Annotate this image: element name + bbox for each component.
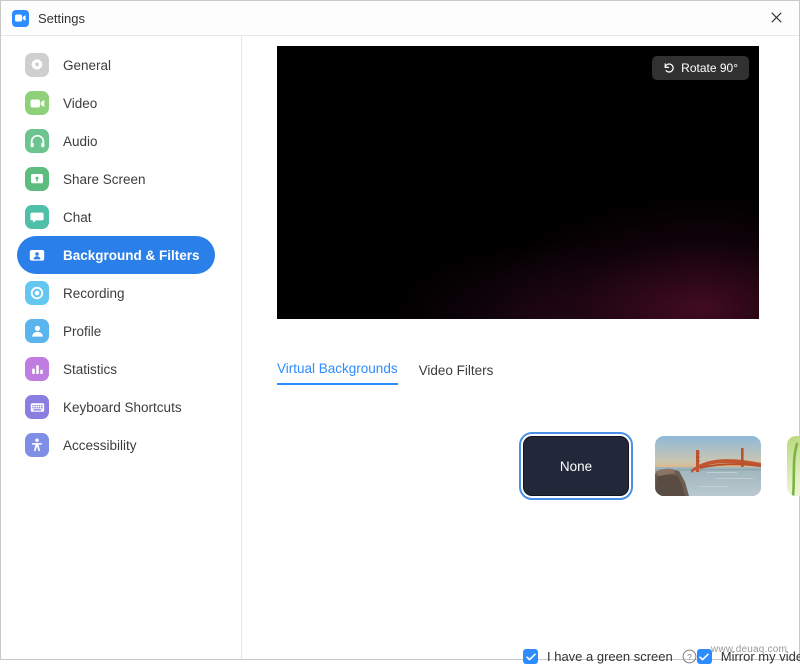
golden-gate-bridge-thumbnail: [655, 436, 761, 496]
tab-video-filters[interactable]: Video Filters: [419, 363, 494, 385]
checkbox-checked-icon: [696, 649, 712, 664]
svg-text:?: ?: [687, 652, 692, 662]
video-preview: Rotate 90°: [277, 46, 759, 319]
chat-icon: [25, 205, 49, 229]
close-button[interactable]: [753, 1, 799, 34]
title-bar: Settings: [1, 1, 799, 36]
profile-icon: [25, 319, 49, 343]
sidebar-item-label: Chat: [63, 209, 92, 225]
sidebar: General Video Audio Share Screen Chat Ba…: [1, 36, 242, 659]
window-body: General Video Audio Share Screen Chat Ba…: [1, 36, 800, 664]
window-title: Settings: [38, 10, 85, 26]
preview-video-feed: [277, 46, 759, 319]
sidebar-item-label: Recording: [63, 285, 125, 301]
sidebar-item-accessibility[interactable]: Accessibility: [17, 426, 215, 464]
green-screen-help-icon[interactable]: ?: [682, 649, 697, 664]
sidebar-item-profile[interactable]: Profile: [17, 312, 215, 350]
sidebar-item-share-screen[interactable]: Share Screen: [17, 160, 215, 198]
accessibility-icon: [25, 433, 49, 457]
background-thumb-grass[interactable]: [787, 436, 800, 496]
statistics-icon: [25, 357, 49, 381]
rotate-90-button[interactable]: Rotate 90°: [652, 56, 749, 80]
sidebar-item-keyboard-shortcuts[interactable]: Keyboard Shortcuts: [17, 388, 215, 426]
rotate-90-label: Rotate 90°: [681, 61, 738, 75]
background-thumb-label: None: [559, 458, 593, 474]
sidebar-item-label: Keyboard Shortcuts: [63, 399, 182, 415]
sidebar-item-label: Video: [63, 95, 98, 111]
sidebar-item-chat[interactable]: Chat: [17, 198, 215, 236]
headphones-icon: [25, 129, 49, 153]
tab-virtual-backgrounds[interactable]: Virtual Backgrounds: [277, 361, 398, 385]
sidebar-item-recording[interactable]: Recording: [17, 274, 215, 312]
settings-window: Settings General Video Audio Share Scree…: [0, 0, 800, 664]
green-screen-label: I have a green screen: [547, 649, 673, 664]
sidebar-item-label: Accessibility: [63, 437, 137, 453]
main-panel: Rotate 90° Virtual Backgrounds Video Fil…: [242, 36, 800, 664]
zoom-video-icon: [12, 9, 29, 27]
background-tabs: Virtual Backgrounds Video Filters: [277, 361, 760, 385]
checkbox-checked-icon: [523, 649, 538, 664]
sidebar-item-general[interactable]: General: [17, 46, 215, 84]
rotate-ccw-icon: [664, 63, 674, 73]
gear-icon: [25, 53, 49, 77]
sidebar-item-label: Statistics: [63, 361, 118, 377]
video-icon: [25, 91, 49, 115]
sidebar-item-label: Profile: [63, 323, 102, 339]
keyboard-icon: [25, 395, 49, 419]
background-filters-icon: [25, 243, 49, 267]
background-thumb-none[interactable]: None: [519, 432, 633, 500]
background-thumbnail-list: None: [519, 432, 800, 500]
sidebar-item-background-filters[interactable]: Background & Filters: [17, 236, 215, 274]
sidebar-item-label: Audio: [63, 133, 98, 149]
share-screen-icon: [25, 167, 49, 191]
sidebar-item-label: Background & Filters: [63, 247, 200, 263]
background-thumb-golden-gate-bridge[interactable]: [655, 436, 761, 496]
sidebar-item-label: General: [63, 57, 112, 73]
green-screen-checkbox[interactable]: I have a green screen: [523, 649, 673, 664]
sidebar-item-audio[interactable]: Audio: [17, 122, 215, 160]
grass-thumbnail: [787, 436, 800, 496]
sidebar-item-statistics[interactable]: Statistics: [17, 350, 215, 388]
sidebar-item-label: Share Screen: [63, 171, 146, 187]
close-icon: [770, 12, 782, 23]
sidebar-item-video[interactable]: Video: [17, 84, 215, 122]
recording-icon: [25, 281, 49, 305]
site-watermark: www.deuaq.com: [711, 644, 787, 655]
